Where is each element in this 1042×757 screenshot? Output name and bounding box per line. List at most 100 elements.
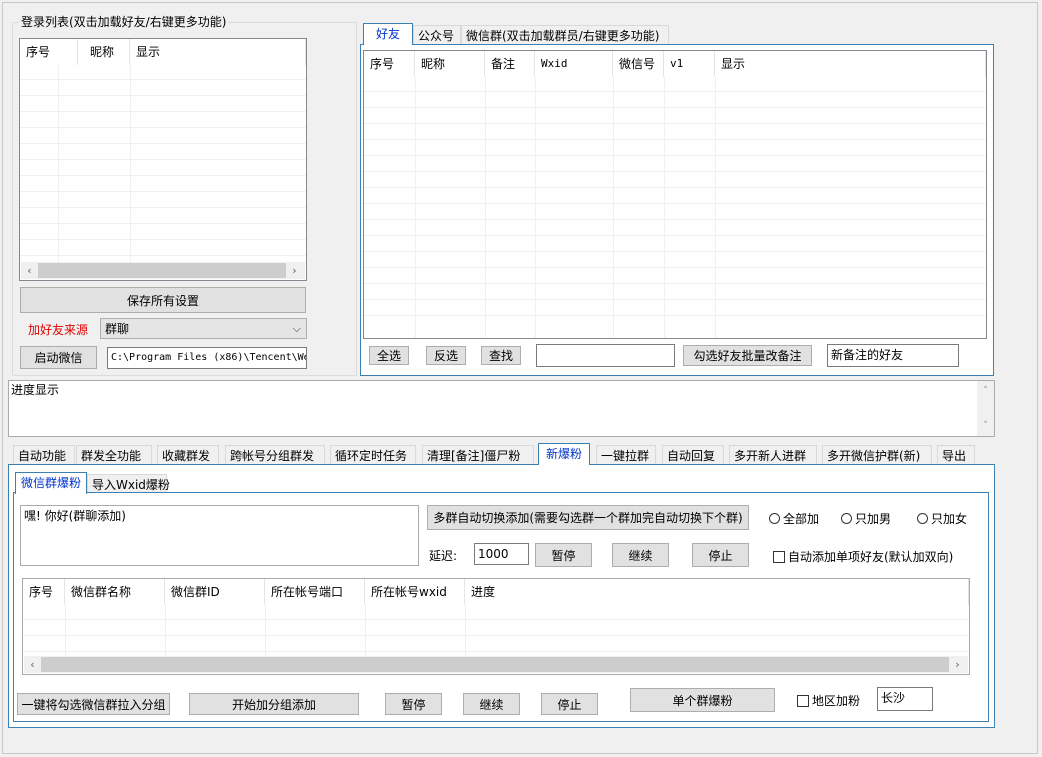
tab-multi-guard-group[interactable]: 多开微信护群(新) [822, 445, 932, 465]
col-account-port[interactable]: 所在帐号端口 [265, 579, 365, 605]
col-account-wxid[interactable]: 所在帐号wxid [365, 579, 465, 605]
tab-wechat-groups[interactable]: 微信群(双击加载群员/右键更多功能) [461, 25, 669, 45]
save-settings-button[interactable]: 保存所有设置 [20, 287, 306, 313]
col-index[interactable]: 序号 [23, 579, 65, 605]
greeting-textarea[interactable]: 嘿! 你好(群聊添加) [20, 505, 419, 566]
stop-button[interactable]: 停止 [692, 543, 749, 567]
wechat-path-input[interactable]: C:\Program Files (x86)\Tencent\WeChat [107, 347, 307, 369]
grid-line [20, 175, 306, 176]
grid-line [20, 239, 306, 240]
chevron-down-icon[interactable]: ˅ [977, 418, 994, 434]
grid-line [364, 299, 986, 300]
friends-list-header: 序号 昵称 备注 Wxid 微信号 v1 显示 [364, 51, 986, 77]
tab-import-wxid-boom[interactable]: 导入Wxid爆粉 [87, 474, 170, 494]
search-button[interactable]: 查找 [481, 346, 521, 365]
tab-mass-send-all[interactable]: 群发全功能 [76, 445, 152, 465]
tab-multi-newcomer[interactable]: 多开新人进群 [729, 445, 817, 465]
grid-line [364, 123, 986, 124]
tab-auto-functions[interactable]: 自动功能 [13, 445, 75, 465]
region-add-label: 地区加粉 [812, 694, 861, 708]
tab-clean-zombie-fans[interactable]: 清理[备注]僵尸粉 [422, 445, 534, 465]
col-index[interactable]: 序号 [20, 39, 78, 65]
chevron-down-icon: ⌵ [292, 322, 301, 335]
pause-group-button[interactable]: 暂停 [385, 693, 442, 715]
friends-list[interactable]: 序号 昵称 备注 Wxid 微信号 v1 显示 [363, 50, 987, 339]
select-all-button[interactable]: 全选 [369, 346, 409, 365]
grid-line [20, 79, 306, 80]
friend-source-value: 群聊 [105, 322, 130, 336]
friend-source-select[interactable]: 群聊 ⌵ [100, 318, 307, 339]
new-remark-input[interactable]: 新备注的好友 [827, 344, 959, 367]
grid-line [364, 267, 986, 268]
grid-line [20, 191, 306, 192]
tab-cross-account-send[interactable]: 跨帐号分组群发 [225, 445, 325, 465]
col-group-id[interactable]: 微信群ID [165, 579, 265, 605]
group-list-hscroll[interactable]: ‹ › [24, 656, 968, 673]
tab-friends[interactable]: 好友 [363, 23, 413, 45]
stop-group-button[interactable]: 停止 [541, 693, 598, 715]
delay-label: 延迟: [429, 549, 458, 563]
tab-loop-timer-task[interactable]: 循环定时任务 [330, 445, 416, 465]
col-nickname[interactable]: 昵称 [78, 39, 130, 65]
resume-button[interactable]: 继续 [612, 543, 669, 567]
region-add-checkbox[interactable]: 地区加粉 [797, 692, 860, 709]
tab-export[interactable]: 导出 [937, 445, 975, 465]
launch-wechat-button[interactable]: 启动微信 [20, 346, 97, 369]
col-display[interactable]: 显示 [715, 51, 986, 77]
resume-group-button[interactable]: 继续 [463, 693, 520, 715]
multi-group-switch-button[interactable]: 多群自动切换添加(需要勾选群一个群加完自动切换下个群) [427, 505, 749, 530]
tab-auto-reply[interactable]: 自动回复 [662, 445, 724, 465]
col-group-name[interactable]: 微信群名称 [65, 579, 165, 605]
region-input[interactable]: 长沙 [877, 687, 933, 711]
grid-line [20, 255, 306, 256]
group-list-header: 序号 微信群名称 微信群ID 所在帐号端口 所在帐号wxid 进度 [23, 579, 969, 605]
col-display[interactable]: 显示 [130, 39, 306, 65]
auto-add-single-label: 自动添加单项好友(默认加双向) [788, 550, 954, 564]
tab-official-accounts[interactable]: 公众号 [413, 25, 461, 45]
scroll-left-icon[interactable]: ‹ [21, 264, 38, 277]
progress-vscroll[interactable]: ˄ ˅ [977, 381, 994, 436]
tab-favorites-send[interactable]: 收藏群发 [157, 445, 219, 465]
pause-button[interactable]: 暂停 [535, 543, 592, 567]
login-list[interactable]: 序号 昵称 显示 ‹ › [19, 38, 307, 281]
start-group-add-button[interactable]: 开始加分组添加 [189, 693, 359, 715]
col-wxid[interactable]: Wxid [535, 51, 613, 77]
invert-selection-button[interactable]: 反选 [426, 346, 466, 365]
progress-display: 进度显示 ˄ ˅ [8, 380, 995, 437]
delay-input[interactable]: 1000 [474, 543, 529, 565]
pull-to-group-button[interactable]: 一键将勾选微信群拉入分组 [17, 693, 170, 715]
col-nickname[interactable]: 昵称 [415, 51, 485, 77]
col-wechat-id[interactable]: 微信号 [613, 51, 664, 77]
tab-group-boom[interactable]: 微信群爆粉 [15, 472, 87, 494]
search-input[interactable] [536, 344, 675, 367]
login-list-hscroll[interactable]: ‹ › [21, 262, 305, 279]
scroll-right-icon[interactable]: › [286, 264, 303, 277]
radio-add-all[interactable]: 全部加 [769, 510, 819, 527]
grid-line [364, 315, 986, 316]
radio-male-only[interactable]: 只加男 [841, 510, 891, 527]
col-v1[interactable]: v1 [664, 51, 715, 77]
col-remark[interactable]: 备注 [485, 51, 535, 77]
checkbox-icon [797, 694, 809, 707]
grid-line [130, 65, 131, 280]
tab-new-boom-fans[interactable]: 新爆粉 [538, 443, 590, 465]
radio-male-only-label: 只加男 [855, 512, 892, 526]
radio-female-only-label: 只加女 [931, 512, 968, 526]
scroll-thumb[interactable] [41, 657, 949, 672]
scroll-thumb[interactable] [38, 263, 286, 278]
col-index[interactable]: 序号 [364, 51, 415, 77]
radio-female-only[interactable]: 只加女 [917, 510, 967, 527]
radio-add-all-label: 全部加 [783, 512, 820, 526]
single-group-boom-button[interactable]: 单个群爆粉 [630, 688, 775, 712]
col-progress[interactable]: 进度 [465, 579, 969, 605]
grid-line [364, 187, 986, 188]
chevron-up-icon[interactable]: ˄ [977, 383, 994, 399]
auto-add-single-checkbox[interactable]: 自动添加单项好友(默认加双向) [773, 548, 953, 565]
group-list[interactable]: 序号 微信群名称 微信群ID 所在帐号端口 所在帐号wxid 进度 ‹ › [22, 578, 970, 675]
tab-one-click-pull[interactable]: 一键拉群 [596, 445, 656, 465]
login-group-title: 登录列表(双击加载好友/右键更多功能) [19, 15, 229, 29]
scroll-right-icon[interactable]: › [949, 658, 966, 671]
batch-remark-button[interactable]: 勾选好友批量改备注 [683, 345, 812, 366]
grid-line [20, 111, 306, 112]
scroll-left-icon[interactable]: ‹ [24, 658, 41, 671]
